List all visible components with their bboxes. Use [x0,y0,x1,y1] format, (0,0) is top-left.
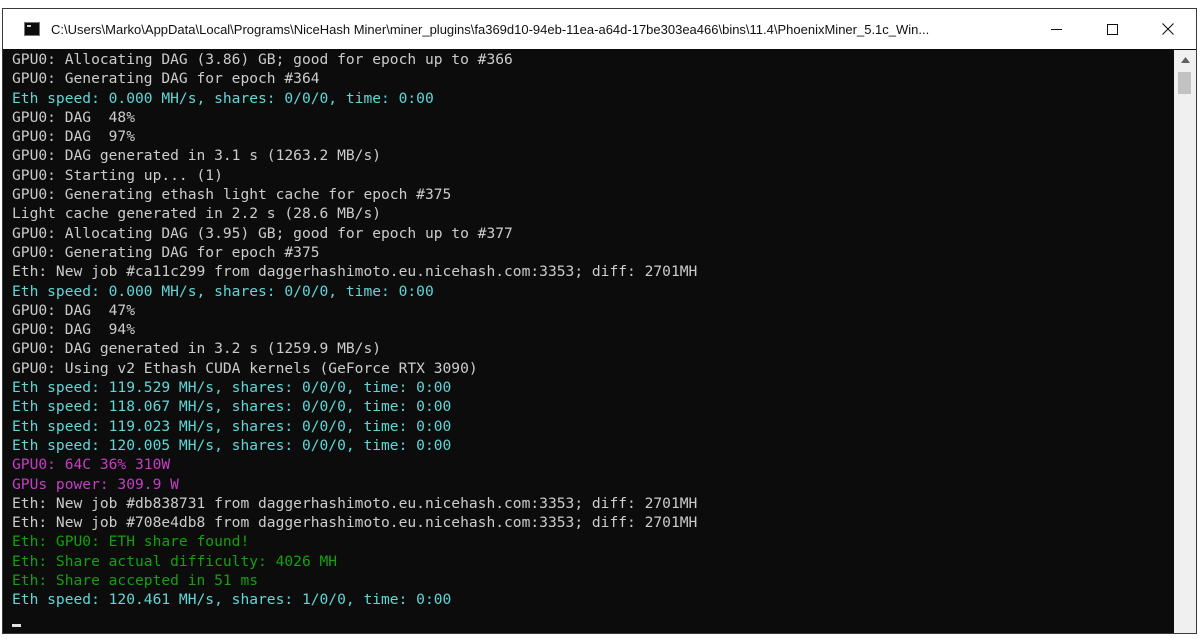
title-bar[interactable]: C:\Users\Marko\AppData\Local\Programs\Ni… [3,9,1196,49]
minimize-icon [1050,28,1062,30]
console-line: GPU0: DAG 97% [12,128,136,146]
close-icon [1162,23,1174,35]
console-line: GPU0: DAG 94% [12,321,136,339]
console-line: Eth: GPU0: ETH share found! [12,533,250,551]
close-button[interactable] [1140,9,1196,49]
console-line: Eth: New job #ca11c299 from daggerhashim… [12,263,698,281]
console-line: Eth speed: 120.005 MH/s, shares: 0/0/0, … [12,436,452,454]
console-output[interactable]: GPU0: Allocating DAG (3.86) GB; good for… [12,50,1166,630]
vertical-scrollbar[interactable] [1174,50,1196,633]
console-line: GPU0: Generating DAG for epoch #364 [12,70,320,88]
console-line: GPU0: Using v2 Ethash CUDA kernels (GeFo… [12,359,478,377]
console-line: GPU0: Starting up... (1) [12,166,223,184]
console-line: GPU0: Allocating DAG (3.95) GB; good for… [12,224,513,242]
console-window: C:\Users\Marko\AppData\Local\Programs\Ni… [2,8,1197,634]
console-app-icon [24,22,40,36]
chevron-up-icon [1180,57,1190,63]
console-line: Light cache generated in 2.2 s (28.6 MB/… [12,205,382,223]
console-line: Eth speed: 118.067 MH/s, shares: 0/0/0, … [12,398,452,416]
console-line: GPU0: Allocating DAG (3.86) GB; good for… [12,51,513,68]
console-line: Eth speed: 120.461 MH/s, shares: 1/0/0, … [12,591,452,609]
console-line: GPU0: Generating ethash light cache for … [12,186,452,204]
console-line: GPU0: DAG 47% [12,301,136,319]
console-line: GPU0: 64C 36% 310W [12,456,171,474]
console-line: Eth: Share accepted in 51 ms [12,572,259,590]
maximize-button[interactable] [1084,9,1140,49]
window-controls [1028,9,1196,49]
text-cursor [12,624,21,627]
console-line: Eth speed: 119.023 MH/s, shares: 0/0/0, … [12,417,452,435]
console-line: GPU0: DAG generated in 3.1 s (1263.2 MB/… [12,147,382,165]
window-title: C:\Users\Marko\AppData\Local\Programs\Ni… [51,21,930,37]
console-line: Eth speed: 0.000 MH/s, shares: 0/0/0, ti… [12,89,434,107]
console-line: Eth speed: 119.529 MH/s, shares: 0/0/0, … [12,379,452,397]
console-line: Eth: Share actual difficulty: 4026 MH [12,552,338,570]
console-line: GPU0: Generating DAG for epoch #375 [12,243,320,261]
console-line: GPU0: DAG generated in 3.2 s (1259.9 MB/… [12,340,382,358]
console-line: Eth speed: 0.000 MH/s, shares: 0/0/0, ti… [12,282,434,300]
console-line: Eth: New job #708e4db8 from daggerhashim… [12,514,698,532]
scroll-up-button[interactable] [1174,50,1196,70]
scroll-thumb[interactable] [1178,72,1191,94]
maximize-icon [1106,23,1118,35]
console-line: Eth: New job #db838731 from daggerhashim… [12,494,698,512]
minimize-button[interactable] [1028,9,1084,49]
console-line: GPU0: DAG 48% [12,108,136,126]
console-line: GPUs power: 309.9 W [12,475,179,493]
